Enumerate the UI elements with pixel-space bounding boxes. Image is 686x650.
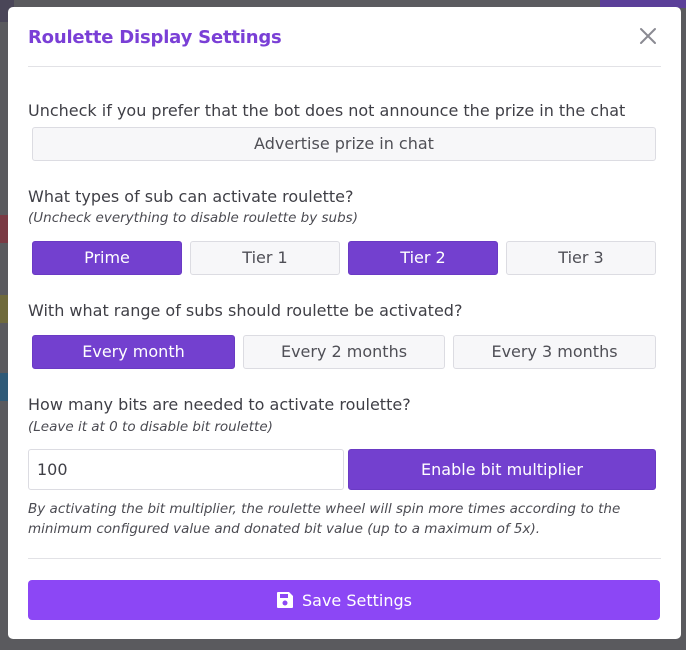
modal-header: Roulette Display Settings xyxy=(28,7,661,67)
range-every-month-button[interactable]: Every month xyxy=(32,335,235,369)
enable-bit-multiplier-button[interactable]: Enable bit multiplier xyxy=(348,449,656,490)
bits-amount-input[interactable]: 100 xyxy=(28,449,344,490)
sub-type-tier3-button[interactable]: Tier 3 xyxy=(506,241,656,275)
sub-types-question: What types of sub can activate roulette? xyxy=(28,187,354,206)
sub-type-tier1-button[interactable]: Tier 1 xyxy=(190,241,340,275)
advertise-prize-toggle[interactable]: Advertise prize in chat xyxy=(32,127,656,161)
announce-question: Uncheck if you prefer that the bot does … xyxy=(28,101,626,120)
bits-hint: (Leave it at 0 to disable bit roulette) xyxy=(28,419,273,435)
sub-type-tier2-button[interactable]: Tier 2 xyxy=(348,241,498,275)
bits-question: How many bits are needed to activate rou… xyxy=(28,395,411,414)
bit-multiplier-note: By activating the bit multiplier, the ro… xyxy=(28,501,621,537)
footer-divider xyxy=(28,558,661,559)
save-settings-button[interactable]: Save Settings xyxy=(28,580,660,620)
range-every-2-months-button[interactable]: Every 2 months xyxy=(243,335,445,369)
sub-types-hint: (Uncheck everything to disable roulette … xyxy=(28,210,358,226)
modal-title: Roulette Display Settings xyxy=(28,27,282,48)
sub-range-question: With what range of subs should roulette … xyxy=(28,301,463,320)
save-settings-label: Save Settings xyxy=(302,590,412,610)
floppy-disk-icon xyxy=(276,591,294,609)
sub-type-prime-button[interactable]: Prime xyxy=(32,241,182,275)
range-every-3-months-button[interactable]: Every 3 months xyxy=(453,335,656,369)
close-icon-glyph xyxy=(640,28,656,44)
close-icon[interactable] xyxy=(637,27,659,49)
settings-modal: Roulette Display Settings Uncheck if you… xyxy=(8,7,681,639)
